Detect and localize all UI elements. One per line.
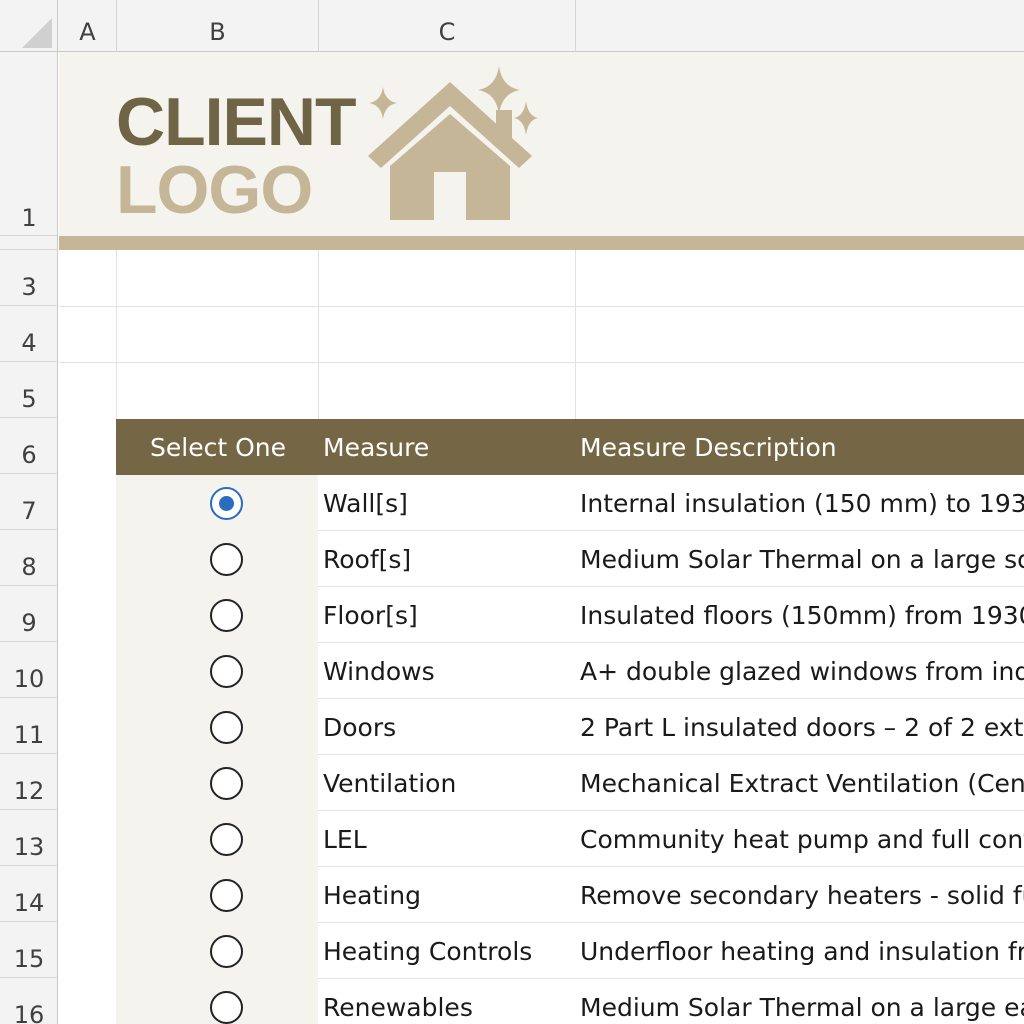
row-header-bar: 1 3 4 5 6 7 8 9 10 11 12 13 14 15 16 [0, 52, 58, 1024]
table-row: Renewables Medium Solar Thermal on a lar… [116, 979, 1024, 1024]
table-row: Heating Controls Underfloor heating and … [116, 923, 1024, 979]
row-header-13[interactable]: 13 [0, 810, 58, 866]
radio-button-icon[interactable] [210, 935, 243, 968]
row-header-5[interactable]: 5 [0, 362, 58, 418]
measure-cell[interactable]: Renewables [323, 979, 578, 1024]
column-header-a[interactable]: A [59, 0, 117, 52]
gridline [318, 250, 319, 419]
row-header-11[interactable]: 11 [0, 698, 58, 754]
radio-button-selected-icon[interactable] [210, 487, 243, 520]
row-header-10[interactable]: 10 [0, 642, 58, 698]
table-row: Roof[s] Medium Solar Thermal on a large … [116, 531, 1024, 587]
column-header-c[interactable]: C [319, 0, 576, 52]
measure-cell[interactable]: Roof[s] [323, 531, 578, 587]
measure-cell[interactable]: Ventilation [323, 755, 578, 811]
measure-cell[interactable]: Floor[s] [323, 587, 578, 643]
measure-cell[interactable]: LEL [323, 811, 578, 867]
measure-cell[interactable]: Heating [323, 867, 578, 923]
radio-button-icon[interactable] [210, 823, 243, 856]
radio-button-icon[interactable] [210, 711, 243, 744]
description-cell[interactable]: A+ double glazed windows from indi [580, 643, 1024, 699]
radio-button-icon[interactable] [210, 767, 243, 800]
table-row: Heating Remove secondary heaters - solid… [116, 867, 1024, 923]
row-header-9[interactable]: 9 [0, 586, 58, 642]
select-cell [116, 699, 318, 755]
row-header-15[interactable]: 15 [0, 922, 58, 978]
select-cell [116, 979, 318, 1024]
row-header-1[interactable]: 1 [0, 52, 58, 236]
header-measure-description: Measure Description [580, 433, 837, 462]
radio-button-icon[interactable] [210, 599, 243, 632]
table-row: Windows A+ double glazed windows from in… [116, 643, 1024, 699]
select-cell [116, 475, 318, 531]
select-all-corner[interactable] [0, 0, 58, 52]
row-header-14[interactable]: 14 [0, 866, 58, 922]
table-row: LEL Community heat pump and full cont [116, 811, 1024, 867]
radio-button-icon[interactable] [210, 879, 243, 912]
measure-cell[interactable]: Wall[s] [323, 475, 578, 531]
gridline [59, 362, 1024, 363]
select-cell [116, 587, 318, 643]
table-row: Floor[s] Insulated floors (150mm) from 1… [116, 587, 1024, 643]
banner-divider [59, 236, 1024, 250]
row-header-4[interactable]: 4 [0, 306, 58, 362]
select-cell [116, 867, 318, 923]
select-all-triangle-icon [22, 18, 52, 48]
table-row: Doors 2 Part L insulated doors – 2 of 2 … [116, 699, 1024, 755]
select-cell [116, 755, 318, 811]
radio-button-icon[interactable] [210, 991, 243, 1024]
select-cell [116, 531, 318, 587]
measure-cell[interactable]: Windows [323, 643, 578, 699]
select-cell [116, 643, 318, 699]
select-cell [116, 811, 318, 867]
description-cell[interactable]: Mechanical Extract Ventilation (Cen [580, 755, 1024, 811]
measure-cell[interactable]: Doors [323, 699, 578, 755]
description-cell[interactable]: Community heat pump and full cont [580, 811, 1024, 867]
description-cell[interactable]: Internal insulation (150 mm) to 1930 [580, 475, 1024, 531]
measure-cell[interactable]: Heating Controls [323, 923, 578, 979]
column-header-b[interactable]: B [117, 0, 319, 52]
table-header-row: Select One Measure Measure Description [116, 419, 1024, 475]
radio-button-icon[interactable] [210, 655, 243, 688]
house-sparkle-icon [368, 66, 538, 220]
description-cell[interactable]: Remove secondary heaters - solid fu [580, 867, 1024, 923]
row-header-3[interactable]: 3 [0, 250, 58, 306]
gridline [575, 250, 576, 419]
description-cell[interactable]: Medium Solar Thermal on a large eas [580, 979, 1024, 1024]
table-row: Wall[s] Internal insulation (150 mm) to … [116, 475, 1024, 531]
description-cell[interactable]: 2 Part L insulated doors – 2 of 2 exte [580, 699, 1024, 755]
gridline [116, 250, 117, 419]
description-cell[interactable]: Medium Solar Thermal on a large sou [580, 531, 1024, 587]
row-header-7[interactable]: 7 [0, 474, 58, 530]
gridline [59, 306, 1024, 307]
header-select-one: Select One [150, 433, 286, 462]
description-cell[interactable]: Underfloor heating and insulation fr [580, 923, 1024, 979]
logo-text-client: CLIENT [116, 84, 357, 160]
row-header-12[interactable]: 12 [0, 754, 58, 810]
header-measure: Measure [323, 433, 430, 462]
logo-text-logo: LOGO [116, 152, 313, 228]
row-header-8[interactable]: 8 [0, 530, 58, 586]
select-cell [116, 923, 318, 979]
row-header-2[interactable] [0, 236, 58, 250]
radio-button-icon[interactable] [210, 543, 243, 576]
column-header-bar: A B C [0, 0, 1024, 52]
row-header-6[interactable]: 6 [0, 418, 58, 474]
table-row: Ventilation Mechanical Extract Ventilati… [116, 755, 1024, 811]
description-cell[interactable]: Insulated floors (150mm) from 1930 [580, 587, 1024, 643]
row-header-16[interactable]: 16 [0, 978, 58, 1024]
